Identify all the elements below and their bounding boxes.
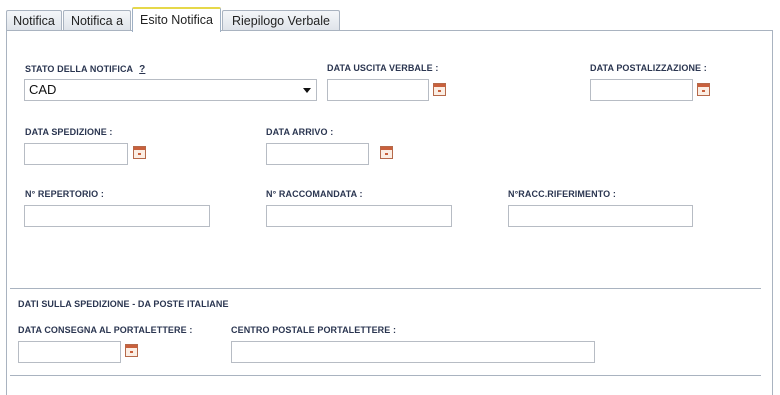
n-repertorio-input[interactable] <box>24 205 210 227</box>
calendar-icon[interactable] <box>433 83 446 96</box>
calendar-icon[interactable] <box>125 344 138 357</box>
section-spedizione-title: DATI SULLA SPEDIZIONE - DA POSTE ITALIAN… <box>18 299 229 309</box>
stato-notifica-label: STATO DELLA NOTIFICA? <box>25 64 145 75</box>
data-consegna-label: DATA CONSEGNA AL PORTALETTERE : <box>18 325 193 335</box>
centro-postale-input[interactable] <box>231 341 595 363</box>
tab-esito-notifica[interactable]: Esito Notifica <box>132 7 221 32</box>
calendar-icon[interactable] <box>380 146 393 159</box>
n-repertorio-label: N° REPERTORIO : <box>25 189 104 199</box>
data-uscita-verbale-label: DATA USCITA VERBALE : <box>327 63 439 73</box>
data-spedizione-label: DATA SPEDIZIONE : <box>25 127 113 137</box>
tab-riepilogo-verbale[interactable]: Riepilogo Verbale <box>222 10 340 30</box>
tab-notifica[interactable]: Notifica <box>6 10 62 30</box>
n-raccomandata-input[interactable] <box>266 205 452 227</box>
data-postalizzazione-label: DATA POSTALIZZAZIONE : <box>590 63 707 73</box>
stato-notifica-label-text: STATO DELLA NOTIFICA <box>25 64 134 74</box>
calendar-icon[interactable] <box>133 146 146 159</box>
data-arrivo-input[interactable] <box>266 143 369 165</box>
data-uscita-verbale-input[interactable] <box>327 79 429 101</box>
stato-notifica-select[interactable]: CAD <box>24 79 317 101</box>
data-spedizione-input[interactable] <box>24 143 128 165</box>
data-consegna-input[interactable] <box>18 341 121 363</box>
chevron-down-icon <box>303 88 311 93</box>
tab-notifica-a[interactable]: Notifica a <box>63 10 131 30</box>
centro-postale-label: CENTRO POSTALE PORTALETTERE : <box>231 325 397 335</box>
data-postalizzazione-input[interactable] <box>590 79 693 101</box>
n-racc-riferimento-label: N°RACC.RIFERIMENTO : <box>508 189 616 199</box>
section-divider <box>10 288 761 289</box>
calendar-icon[interactable] <box>697 83 710 96</box>
n-racc-riferimento-input[interactable] <box>508 205 693 227</box>
section-divider-bottom <box>10 375 761 376</box>
n-raccomandata-label: N° RACCOMANDATA : <box>266 189 363 199</box>
help-link[interactable]: ? <box>139 64 145 75</box>
stato-notifica-value: CAD <box>29 82 57 97</box>
data-arrivo-label: DATA ARRIVO : <box>266 127 334 137</box>
